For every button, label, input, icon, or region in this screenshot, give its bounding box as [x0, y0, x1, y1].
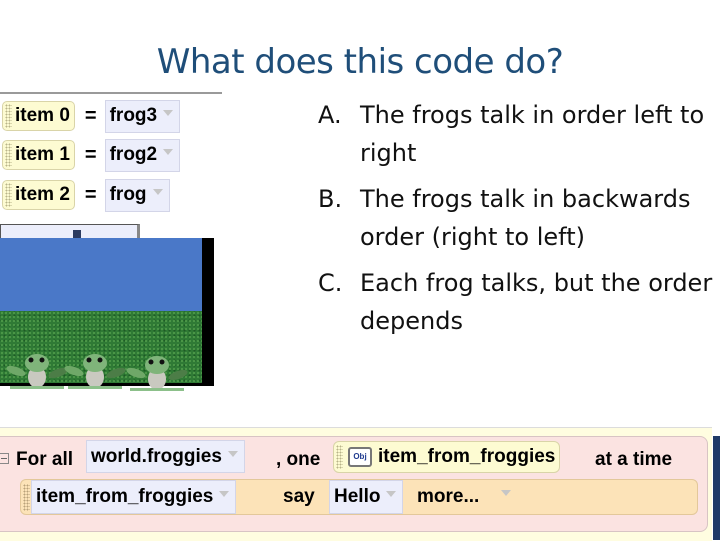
- item-variable-name: item_from_froggies: [378, 446, 556, 467]
- say-statement[interactable]: item_from_froggies say Hello more...: [20, 479, 698, 515]
- answer-text: The frogs talk in order left to right: [360, 101, 705, 167]
- drag-grip-icon[interactable]: [5, 183, 12, 207]
- equals-sign: =: [84, 143, 97, 166]
- answer-option-b: B. The frogs talk in backwards order (ri…: [318, 180, 718, 256]
- answer-letter: C.: [318, 269, 343, 297]
- value-dropdown[interactable]: frog3: [104, 99, 181, 133]
- drag-grip-icon[interactable]: [336, 445, 343, 469]
- collapse-icon[interactable]: [0, 453, 9, 464]
- item-tile[interactable]: item 2: [2, 180, 75, 210]
- answer-text: The frogs talk in backwards order (right…: [360, 185, 691, 251]
- object-icon: Obj: [348, 447, 372, 467]
- value-dropdown[interactable]: frog: [104, 178, 170, 212]
- item-tile[interactable]: item 1: [2, 140, 75, 170]
- equals-sign: =: [84, 104, 97, 127]
- answer-option-a: A. The frogs talk in order left to right: [318, 96, 718, 172]
- frog-icon: [64, 354, 126, 389]
- item-variable-tile[interactable]: Obj item_from_froggies: [333, 441, 561, 473]
- answer-letter: A.: [318, 101, 342, 129]
- drag-grip-icon[interactable]: [23, 484, 30, 511]
- say-target-dropdown[interactable]: item_from_froggies: [31, 480, 237, 514]
- editor-scrollbar[interactable]: [713, 436, 720, 540]
- dropdown-arrow-icon[interactable]: [163, 149, 174, 155]
- grass-ground: [0, 311, 202, 391]
- slide-title: What does this code do?: [0, 42, 720, 82]
- value-label: frog2: [109, 144, 158, 165]
- dropdown-arrow-icon[interactable]: [163, 110, 174, 116]
- for-all-together-block[interactable]: For all world.froggies , one Obj item_fr…: [0, 436, 708, 532]
- dropdown-arrow-icon[interactable]: [152, 189, 163, 195]
- answer-list: A. The frogs talk in order left to right…: [318, 96, 718, 348]
- assignment-row: item 1 = frog2: [2, 138, 181, 172]
- say-text-dropdown[interactable]: Hello: [329, 480, 404, 514]
- list-dropdown[interactable]: world.froggies: [86, 440, 245, 473]
- one-keyword: , one: [276, 449, 321, 470]
- value-dropdown[interactable]: frog2: [104, 138, 181, 172]
- item-tile[interactable]: item 0: [2, 101, 75, 131]
- item-assignment-panel: item 0 = frog3 item 1 = frog2 item 2 = f…: [0, 92, 222, 219]
- frog-icon: [6, 354, 68, 389]
- item-label: item 0: [15, 105, 70, 126]
- value-label: frog: [109, 184, 147, 205]
- item-label: item 1: [15, 144, 70, 165]
- sky: [0, 238, 202, 311]
- item-label: item 2: [15, 184, 70, 205]
- answer-letter: B.: [318, 185, 343, 213]
- say-keyword: say: [283, 486, 315, 507]
- answer-option-c: C. Each frog talks, but the order depend…: [318, 264, 718, 340]
- equals-sign: =: [84, 183, 97, 206]
- dropdown-arrow-icon[interactable]: [501, 490, 511, 496]
- frog-icon: [126, 356, 188, 391]
- answer-text: Each frog talks, but the order depends: [360, 269, 713, 335]
- list-value: world.froggies: [91, 445, 222, 467]
- dropdown-arrow-icon[interactable]: [219, 491, 230, 497]
- drag-grip-icon[interactable]: [5, 143, 12, 167]
- dropdown-arrow-icon[interactable]: [227, 450, 238, 457]
- assignment-row: item 0 = frog3: [2, 99, 181, 133]
- drag-grip-icon[interactable]: [5, 104, 12, 128]
- more-options-button[interactable]: more...: [417, 486, 479, 508]
- say-text: Hello: [334, 486, 381, 507]
- dropdown-arrow-icon[interactable]: [386, 491, 397, 497]
- for-all-keyword: For all: [16, 449, 74, 470]
- slide-title-text: What does this code do?: [156, 42, 564, 82]
- assignment-row: item 2 = frog: [2, 178, 170, 212]
- value-label: frog3: [109, 105, 158, 126]
- say-target: item_from_froggies: [36, 486, 214, 507]
- at-a-time-keyword: at a time: [595, 449, 673, 470]
- world-view: [0, 238, 214, 391]
